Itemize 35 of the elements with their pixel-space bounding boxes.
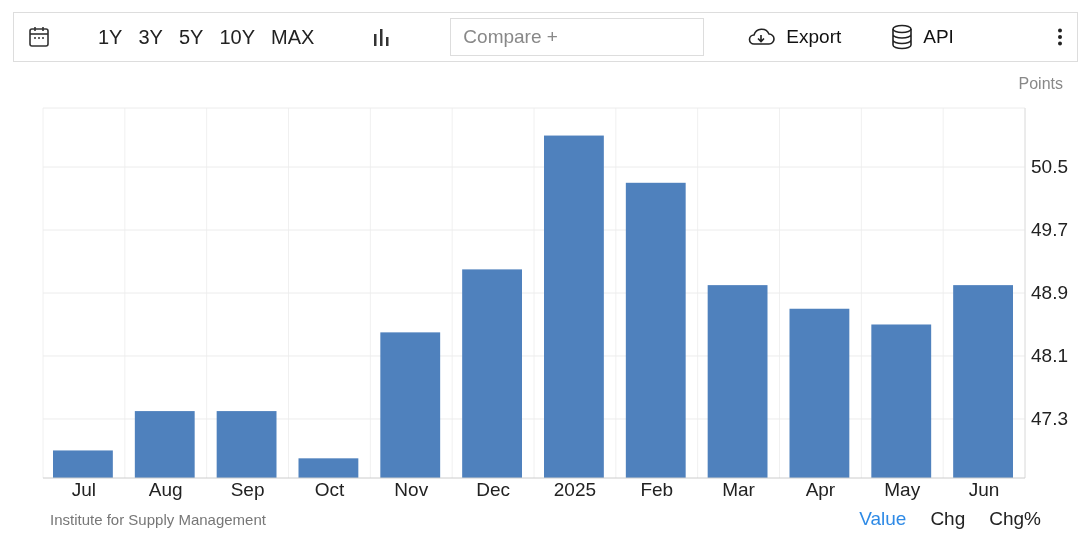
range-button[interactable]: 3Y (132, 25, 169, 49)
x-axis-label: Feb (640, 479, 674, 500)
y-axis-label: 47.3 (1031, 407, 1068, 429)
range-button[interactable]: 10Y (213, 25, 261, 49)
x-axis-label: 2025 (553, 479, 597, 500)
compare-field[interactable]: Compare + (450, 18, 705, 56)
x-axis-label: Aug (148, 479, 183, 500)
range-button[interactable]: 1Y (92, 25, 129, 49)
x-axis-label: Jul (71, 479, 97, 500)
view-tab[interactable]: Chg% (989, 508, 1041, 530)
x-axis-label: Jun (968, 479, 1000, 500)
calendar-icon[interactable] (28, 26, 50, 48)
more-icon[interactable] (1057, 28, 1063, 46)
source-text: Institute for Supply Management (50, 510, 266, 528)
x-axis-label: Nov (394, 479, 429, 500)
export-button[interactable]: Export (746, 26, 842, 48)
x-axis-label: Oct (314, 479, 345, 500)
view-tab[interactable]: Value (859, 508, 907, 530)
x-axis-label: Sep (230, 479, 265, 500)
y-axis-label: 50.5 (1031, 156, 1068, 178)
view-tab[interactable]: Chg (930, 508, 966, 530)
range-button[interactable]: MAX (265, 25, 321, 49)
x-axis-label: Dec (476, 479, 510, 500)
cloud-download-icon (746, 26, 777, 48)
y-axis-label: 48.9 (1031, 282, 1068, 303)
unit-label: Points (1018, 75, 1063, 92)
y-axis-label: 49.7 (1031, 219, 1068, 240)
x-axis-label: May (884, 479, 921, 500)
bar-chart-icon[interactable] (372, 28, 391, 46)
database-icon (891, 24, 914, 50)
range-button[interactable]: 5Y (172, 25, 210, 49)
api-button[interactable]: API (891, 24, 954, 50)
y-axis-label: 48.1 (1031, 345, 1068, 366)
x-axis-label: Apr (805, 479, 836, 500)
x-axis-label: Mar (722, 479, 755, 500)
